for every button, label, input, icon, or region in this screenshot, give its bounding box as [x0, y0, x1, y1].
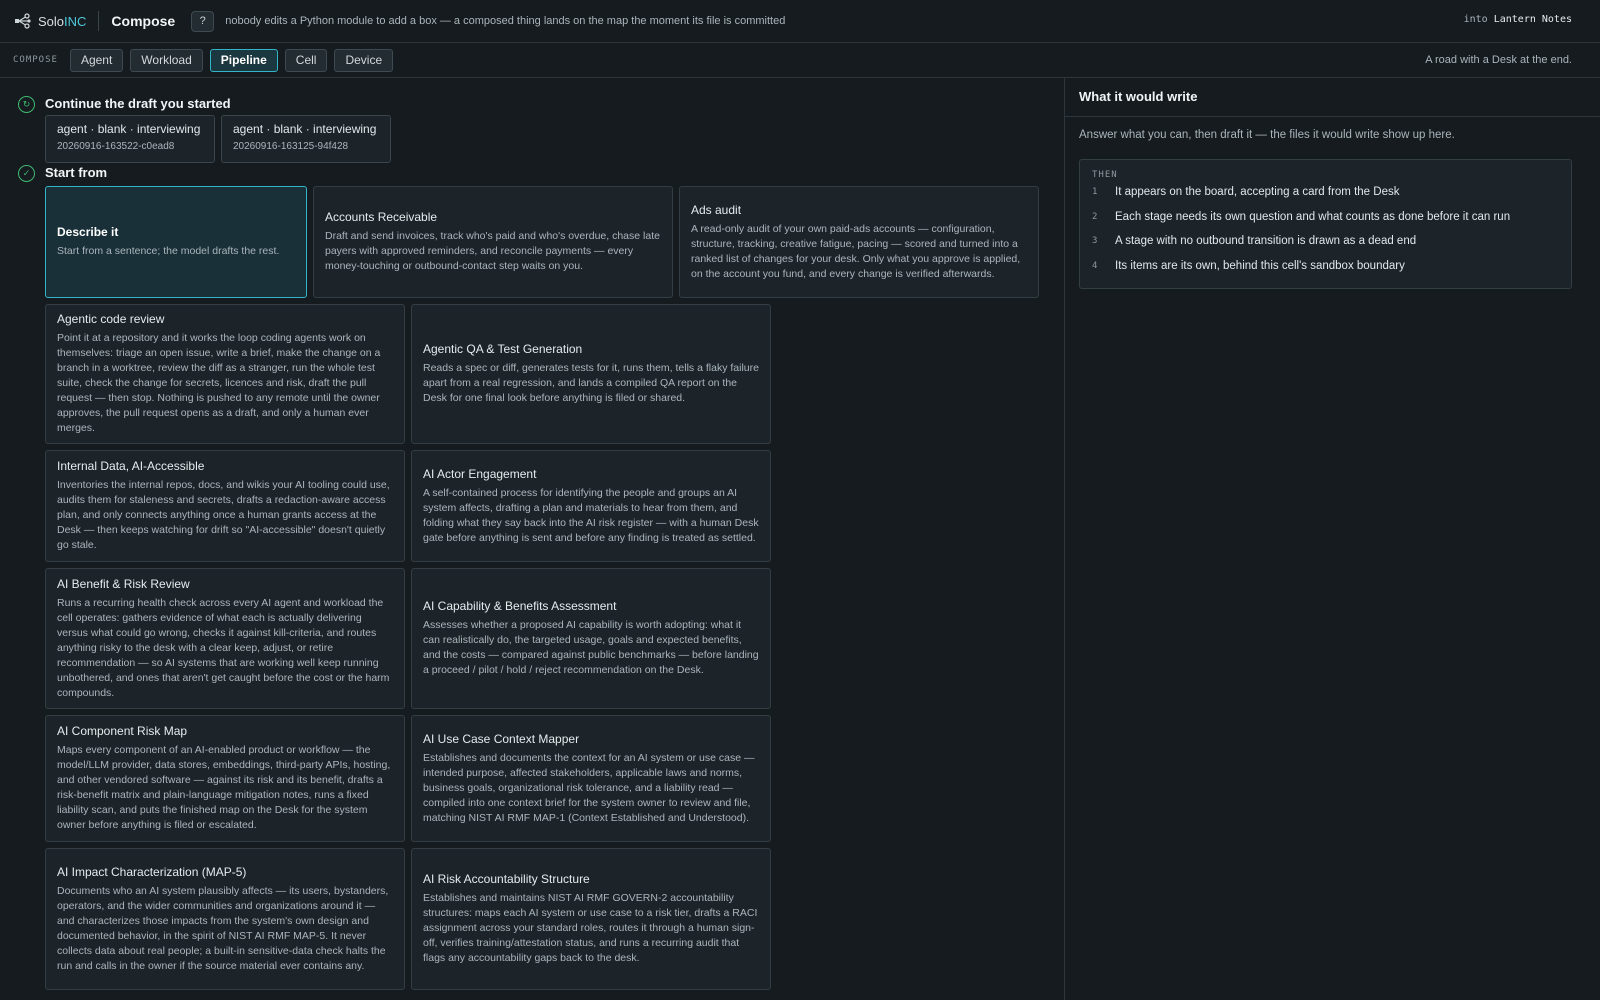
- card-description: Reads a spec or diff, generates tests fo…: [423, 362, 759, 404]
- template-card[interactable]: AI Benefit & Risk Review Runs a recurrin…: [45, 568, 405, 709]
- card-description: Draft and send invoices, track who's pai…: [325, 230, 660, 272]
- destination-indicator[interactable]: into Lantern Notes: [1464, 14, 1572, 25]
- card-description: Assesses whether a proposed AI capabilit…: [423, 619, 759, 676]
- card-title: Internal Data, AI-Accessible: [57, 459, 205, 473]
- card-title: AI Component Risk Map: [57, 724, 188, 738]
- template-card[interactable]: AI Actor Engagement A self-contained pro…: [411, 450, 771, 562]
- panel-title: What it would write: [1079, 89, 1198, 104]
- then-item-number: 2: [1092, 212, 1098, 222]
- then-item-text: Its items are its own, behind this cell'…: [1115, 260, 1405, 272]
- then-item-number: 1: [1092, 187, 1098, 197]
- card-title: Agentic QA & Test Generation: [423, 342, 583, 356]
- card-title: AI Benefit & Risk Review: [57, 576, 190, 591]
- template-card[interactable]: Agentic QA & Test Generation Reads a spe…: [411, 304, 771, 444]
- logo[interactable]: SoloINC: [14, 13, 86, 29]
- template-card[interactable]: Accounts Receivable Draft and send invoi…: [313, 186, 673, 298]
- then-list: THEN 1 It appears on the board, acceptin…: [1079, 159, 1572, 289]
- card-description: Documents who an AI system plausibly aff…: [57, 884, 389, 972]
- destination-prefix: into: [1463, 14, 1488, 25]
- then-item-text: Each stage needs its own question and wh…: [1115, 211, 1511, 223]
- card-title: AI Risk Accountability Structure: [423, 872, 590, 886]
- divider: [1065, 116, 1600, 117]
- card-title: AI Capability & Benefits Assessment: [423, 599, 617, 613]
- network-icon: [15, 13, 31, 29]
- divider: [98, 11, 100, 31]
- template-card-describe[interactable]: Describe it Start from a sentence; the m…: [45, 186, 307, 298]
- logo-text: Solo: [38, 13, 65, 29]
- card-title: Describe it: [57, 225, 119, 239]
- then-item-number: 4: [1092, 261, 1098, 271]
- then-label: THEN: [1092, 170, 1118, 180]
- draft-card[interactable]: agent · blank · interviewing 20260916-16…: [45, 115, 215, 163]
- draft-id: 20260916-163125-94f428: [233, 141, 349, 152]
- continue-section-title: Continue the draft you started: [45, 96, 231, 111]
- compose-tab-bar: COMPOSE Agent Workload Pipeline Cell Dev…: [0, 43, 1600, 78]
- tab-pipeline[interactable]: Pipeline: [209, 48, 278, 72]
- tab-bar-label: COMPOSE: [13, 55, 58, 65]
- then-item-number: 3: [1092, 236, 1098, 246]
- app-title: Compose: [111, 13, 176, 29]
- template-card[interactable]: AI Capability & Benefits Assessment Asse…: [411, 568, 771, 709]
- template-card[interactable]: AI Risk Accountability Structure Establi…: [411, 848, 771, 990]
- card-description: Start from a sentence; the model drafts …: [57, 245, 280, 257]
- card-description: Point it at a repository and it works th…: [57, 332, 381, 434]
- draft-title: agent · blank · interviewing: [57, 122, 201, 136]
- top-bar: SoloINC Compose ? nobody edits a Python …: [0, 0, 1600, 43]
- card-description: A read-only audit of your own paid-ads a…: [691, 222, 1021, 280]
- destination-name: Lantern Notes: [1493, 14, 1572, 25]
- check-icon: ✓: [18, 165, 35, 182]
- card-description: Establishes and documents the context fo…: [423, 751, 755, 824]
- then-item-text: It appears on the board, accepting a car…: [1115, 186, 1400, 198]
- compose-main: ↻ Continue the draft you started agent ·…: [0, 78, 1064, 1000]
- tab-workload[interactable]: Workload: [130, 48, 203, 72]
- template-card[interactable]: Agentic code review Point it at a reposi…: [45, 304, 405, 444]
- template-card[interactable]: Ads audit A read-only audit of your own …: [679, 186, 1039, 298]
- logo-accent-text: INC: [64, 13, 87, 29]
- card-title: AI Impact Characterization (MAP-5): [57, 864, 247, 879]
- template-card[interactable]: Internal Data, AI-Accessible Inventories…: [45, 450, 405, 562]
- card-title: Accounts Receivable: [325, 210, 438, 224]
- panel-hint: Answer what you can, then draft it — the…: [1079, 129, 1455, 141]
- tab-description: A road with a Desk at the end.: [1425, 54, 1572, 66]
- then-item-text: A stage with no outbound transition is d…: [1115, 235, 1417, 247]
- card-title: AI Use Case Context Mapper: [423, 731, 580, 746]
- then-item: 3 A stage with no outbound transition is…: [1092, 232, 1416, 250]
- help-button[interactable]: ?: [191, 10, 215, 32]
- then-item: 4 Its items are its own, behind this cel…: [1092, 257, 1405, 275]
- draft-card[interactable]: agent · blank · interviewing 20260916-16…: [221, 115, 391, 163]
- tab-agent[interactable]: Agent: [69, 48, 124, 72]
- draft-id: 20260916-163522-c0ead8: [57, 141, 175, 152]
- card-title: Agentic code review: [57, 312, 165, 326]
- preview-panel: What it would write Answer what you can,…: [1064, 78, 1600, 1000]
- refresh-icon: ↻: [18, 96, 35, 113]
- card-title: Ads audit: [691, 202, 742, 217]
- tagline: nobody edits a Python module to add a bo…: [225, 15, 786, 27]
- then-item: 2 Each stage needs its own question and …: [1092, 208, 1510, 226]
- tab-cell[interactable]: Cell: [284, 48, 328, 72]
- card-description: A self-contained process for identifying…: [423, 486, 759, 544]
- start-section-title: Start from: [45, 165, 108, 180]
- draft-title: agent · blank · interviewing: [233, 122, 377, 136]
- template-card[interactable]: AI Use Case Context Mapper Establishes a…: [411, 715, 771, 842]
- tab-device[interactable]: Device: [334, 48, 394, 72]
- card-description: Inventories the internal repos, docs, an…: [57, 479, 390, 551]
- card-title: AI Actor Engagement: [423, 466, 537, 481]
- then-item: 1 It appears on the board, accepting a c…: [1092, 183, 1399, 201]
- card-description: Maps every component of an AI-enabled pr…: [57, 744, 391, 831]
- card-description: Runs a recurring health check across eve…: [57, 596, 390, 699]
- card-description: Establishes and maintains NIST AI RMF GO…: [423, 892, 758, 964]
- template-card[interactable]: AI Component Risk Map Maps every compone…: [45, 715, 405, 842]
- template-card[interactable]: AI Impact Characterization (MAP-5) Docum…: [45, 848, 405, 990]
